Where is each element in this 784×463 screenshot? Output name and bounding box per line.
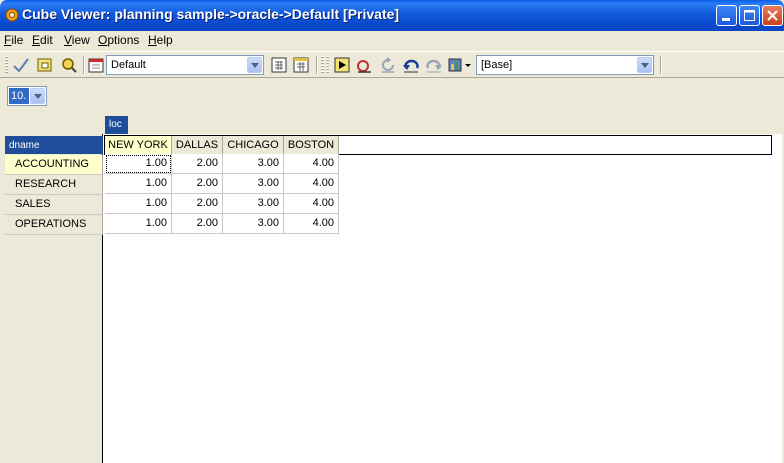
data-cell[interactable]: 2.00 [172,214,223,234]
toolbar-grip[interactable] [326,56,329,74]
title-bar[interactable]: Cube Viewer: planning sample->oracle->De… [0,0,784,31]
toolbar-separator [316,56,318,74]
minimize-button[interactable] [716,5,737,26]
data-cell[interactable]: 4.00 [284,194,339,214]
refresh-icon[interactable] [379,56,397,74]
window-title: Cube Viewer: planning sample->oracle->De… [22,6,400,22]
maximize-button[interactable] [739,5,760,26]
chevron-down-icon[interactable] [247,57,262,73]
save-to-db-icon[interactable] [36,56,54,74]
row-header[interactable]: OPERATIONS [5,215,103,235]
toolbar-separator [660,56,662,74]
menu-options[interactable]: Options [98,33,139,47]
undo-icon[interactable] [402,56,420,74]
redo-icon[interactable] [425,56,443,74]
checkmark-icon[interactable] [12,56,30,74]
toolbar-separator [83,56,85,74]
view-calendar-icon [88,58,104,73]
menu-edit[interactable]: Edit [32,33,53,47]
data-cell[interactable]: 1.00 [105,214,172,234]
data-cell[interactable]: 3.00 [223,174,284,194]
menu-view[interactable]: View [64,33,90,47]
row-header[interactable]: RESEARCH [5,175,103,195]
base-selector-value: [Base] [481,59,513,71]
column-header[interactable]: BOSTON [284,136,339,154]
data-cell[interactable]: 3.00 [223,194,284,214]
column-header[interactable]: CHICAGO [223,136,284,154]
menu-file[interactable]: File [4,33,23,47]
toolbar: Default [Base] [0,51,784,78]
close-button[interactable] [762,5,783,26]
data-cell[interactable]: 1.00 [105,154,172,174]
data-cell[interactable]: 4.00 [284,214,339,234]
menu-help[interactable]: Help [148,33,173,47]
cube-app-icon [5,8,19,22]
data-cell[interactable]: 3.00 [223,154,284,174]
row-header[interactable]: ACCOUNTING [5,155,103,175]
data-cell[interactable]: 4.00 [284,154,339,174]
data-cell[interactable]: 2.00 [172,194,223,214]
column-header[interactable]: NEW YORK [105,136,172,154]
base-selector[interactable]: [Base] [476,55,654,75]
data-cell[interactable]: 2.00 [172,174,223,194]
column-header[interactable]: DALLAS [172,136,223,154]
column-dimension-tab[interactable]: loc [105,116,128,134]
data-cell[interactable]: 1.00 [105,174,172,194]
data-cell[interactable]: 3.00 [223,214,284,234]
data-cell[interactable]: 4.00 [284,174,339,194]
view-selector[interactable]: Default [106,55,264,75]
column-header-row: NEW YORK DALLAS CHICAGO BOSTON [104,135,772,155]
chevron-down-icon[interactable] [30,88,45,104]
toolbar-grip[interactable] [321,56,324,74]
menu-bar: File Edit View Options Help [0,31,784,49]
clear-eraser-icon[interactable] [355,56,373,74]
row-dimension-tab[interactable]: dname [5,136,103,154]
calculator-icon[interactable] [270,56,288,74]
data-cell[interactable]: 1.00 [105,194,172,214]
chevron-down-icon[interactable] [637,57,652,73]
data-cell[interactable]: 2.00 [172,154,223,174]
toolbar-grip[interactable] [5,56,8,74]
view-selector-value: Default [111,59,146,71]
chevron-down-icon[interactable] [465,64,471,68]
spreadsheet-icon[interactable] [292,56,310,74]
page-selector-value: 10. [11,90,27,102]
row-header[interactable]: SALES [5,195,103,215]
run-arrow-icon[interactable] [333,56,351,74]
page-dimension-selector[interactable]: 10. [7,86,47,106]
query-search-icon[interactable] [60,56,78,74]
chart-dropdown-icon[interactable] [447,56,465,74]
